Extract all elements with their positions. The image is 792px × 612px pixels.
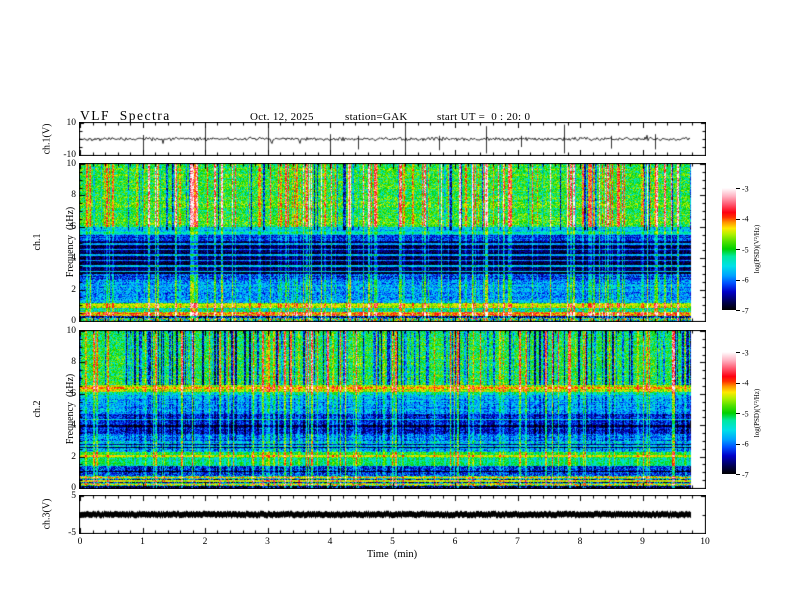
x-tick-label: 5 [390, 537, 395, 547]
y-tick-label: 2 [71, 451, 76, 462]
x-tick-label: 8 [577, 537, 583, 547]
ch2-axis-line1: ch.2 [32, 400, 43, 418]
ch2-spectrogram [79, 330, 706, 489]
x-tick-label: 9 [640, 537, 645, 547]
ch1-axis-line1: ch.1 [32, 233, 43, 251]
colorbar-tick [736, 249, 740, 250]
colorbar-tick-label: -6 [742, 275, 749, 285]
y-tick-label: 4 [71, 420, 76, 431]
vlf-spectra-figure: VLF Spectra Oct. 12, 2025 station=GAK st… [0, 0, 792, 612]
colorbar-tick [736, 279, 740, 281]
colorbar-tick [736, 352, 740, 353]
colorbar-tick-label: -4 [742, 378, 749, 388]
colorbar-tick-label: -6 [742, 439, 749, 449]
ch1-spectrogram [79, 163, 706, 322]
x-tick-label: 6 [452, 537, 458, 547]
y-tick-label: 5 [71, 491, 76, 501]
ch3-voltage-axis-label-text: ch.3(V) [41, 498, 53, 530]
x-tick-label: 0 [77, 537, 83, 547]
x-tick-label: 10 [700, 537, 710, 547]
y-tick-label: 6 [71, 221, 76, 232]
colorbar-tick-label: -4 [742, 214, 749, 224]
time-axis-label: Time (min) [366, 549, 418, 560]
x-tick-label: 1 [140, 537, 145, 547]
colorbar-tick [736, 310, 740, 311]
colorbar-tick-label: -7 [742, 306, 749, 315]
x-tick-label: 2 [202, 537, 208, 547]
ch1-axis-line2: Frequency (kHz) [65, 206, 76, 278]
colorbar-tick-label: -5 [742, 409, 749, 418]
y-tick-label: 6 [71, 388, 76, 399]
colorbar-ch1-label: log(PSD)(V²/Hz) [753, 224, 761, 274]
colorbar-ch2-label: log(PSD)(V²/Hz) [753, 388, 761, 438]
y-tick-label: 10 [66, 326, 77, 336]
colorbar-tick-label: -7 [742, 470, 749, 479]
ch3-voltage-axis-label: ch.3(V) [20, 499, 75, 530]
x-tick-label: 3 [265, 537, 270, 547]
y-tick-label: 8 [71, 357, 76, 368]
y-tick-label: 2 [71, 284, 76, 295]
y-tick-label: 10 [66, 159, 77, 169]
colorbar-ch2 [722, 352, 736, 474]
y-tick-label: -5 [68, 528, 76, 538]
colorbar-tick [736, 474, 740, 475]
x-tick-label: 7 [515, 537, 520, 547]
ch3-waveform-plot [79, 495, 706, 534]
x-tick-label: 4 [327, 537, 333, 547]
colorbar-tick-label: -5 [742, 245, 749, 254]
y-tick-label: 10 [66, 118, 77, 128]
colorbar-tick [736, 413, 740, 414]
ch1-waveform-plot [79, 122, 706, 156]
colorbar-tick [736, 188, 740, 189]
colorbar-tick-label: -3 [742, 348, 749, 357]
colorbar-tick-label: -3 [742, 184, 749, 193]
ch2-axis-line2: Frequency (kHz) [65, 373, 76, 445]
y-tick-label: 8 [71, 190, 76, 201]
colorbar-tick [736, 218, 740, 220]
colorbar-ch1 [722, 188, 736, 310]
colorbar-tick [736, 443, 740, 445]
y-tick-label: 4 [71, 253, 76, 264]
y-tick-label: 0 [71, 316, 76, 326]
colorbar-tick [736, 382, 740, 384]
